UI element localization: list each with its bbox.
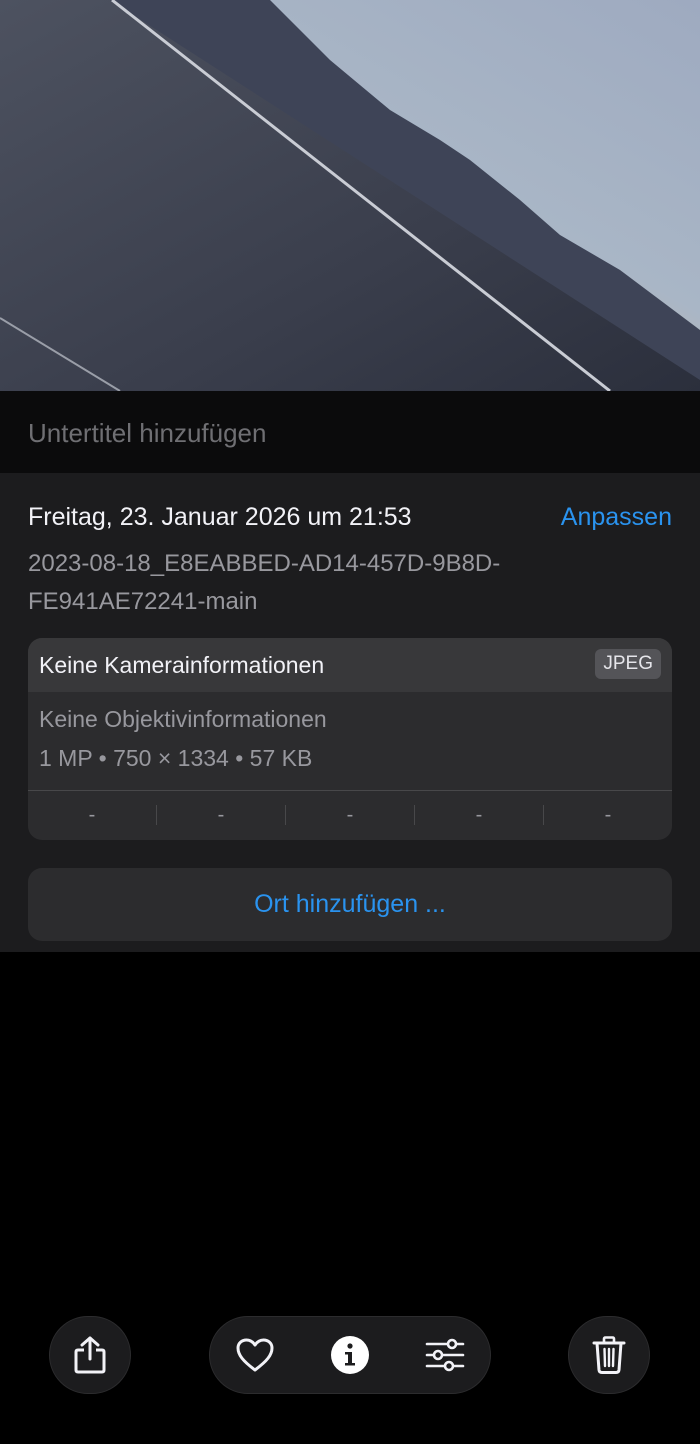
action-pill (209, 1316, 491, 1394)
date-row: Freitag, 23. Januar 2026 um 21:53 Anpass… (28, 503, 672, 537)
exif-focal-length: - (217, 804, 225, 826)
heart-icon (236, 1338, 274, 1372)
filename: 2023-08-18_E8EABBED-AD14-457D-9B8D-FE941… (28, 550, 501, 615)
format-badge: JPEG (595, 649, 661, 679)
share-icon (74, 1336, 106, 1374)
caption-bar (0, 391, 700, 473)
exif-shutter-speed: - (604, 804, 612, 826)
exif-row: - - - - - (28, 791, 672, 840)
sliders-icon (425, 1338, 465, 1372)
share-button[interactable] (49, 1316, 131, 1394)
adjust-date-button[interactable]: Anpassen (561, 503, 672, 532)
image-specs: 1 MP • 750 × 1334 • 57 KB (39, 745, 313, 771)
exif-aperture: - (475, 804, 483, 826)
info-icon (331, 1336, 369, 1374)
trash-icon (592, 1336, 626, 1374)
camera-info-card: Keine Kamerainformationen JPEG Keine Obj… (28, 638, 672, 840)
info-panel: Freitag, 23. Januar 2026 um 21:53 Anpass… (0, 473, 700, 952)
date-text: Freitag, 23. Januar 2026 um 21:53 (28, 503, 412, 531)
add-location-button[interactable]: Ort hinzufügen ... (28, 868, 672, 941)
photo-preview[interactable] (0, 0, 700, 391)
favorite-button[interactable] (230, 1330, 280, 1380)
delete-button[interactable] (568, 1316, 650, 1394)
exif-iso: - (88, 804, 96, 826)
exif-exposure-bias: - (346, 804, 354, 826)
edit-button[interactable] (420, 1330, 470, 1380)
lens-info: Keine Objektivinformationen (39, 706, 327, 732)
camera-title: Keine Kamerainformationen (39, 652, 325, 678)
caption-input[interactable] (28, 413, 668, 453)
landscape-photo (0, 0, 700, 391)
camera-header: Keine Kamerainformationen JPEG (28, 638, 672, 692)
info-button[interactable] (325, 1330, 375, 1380)
bottom-toolbar (0, 1316, 700, 1444)
